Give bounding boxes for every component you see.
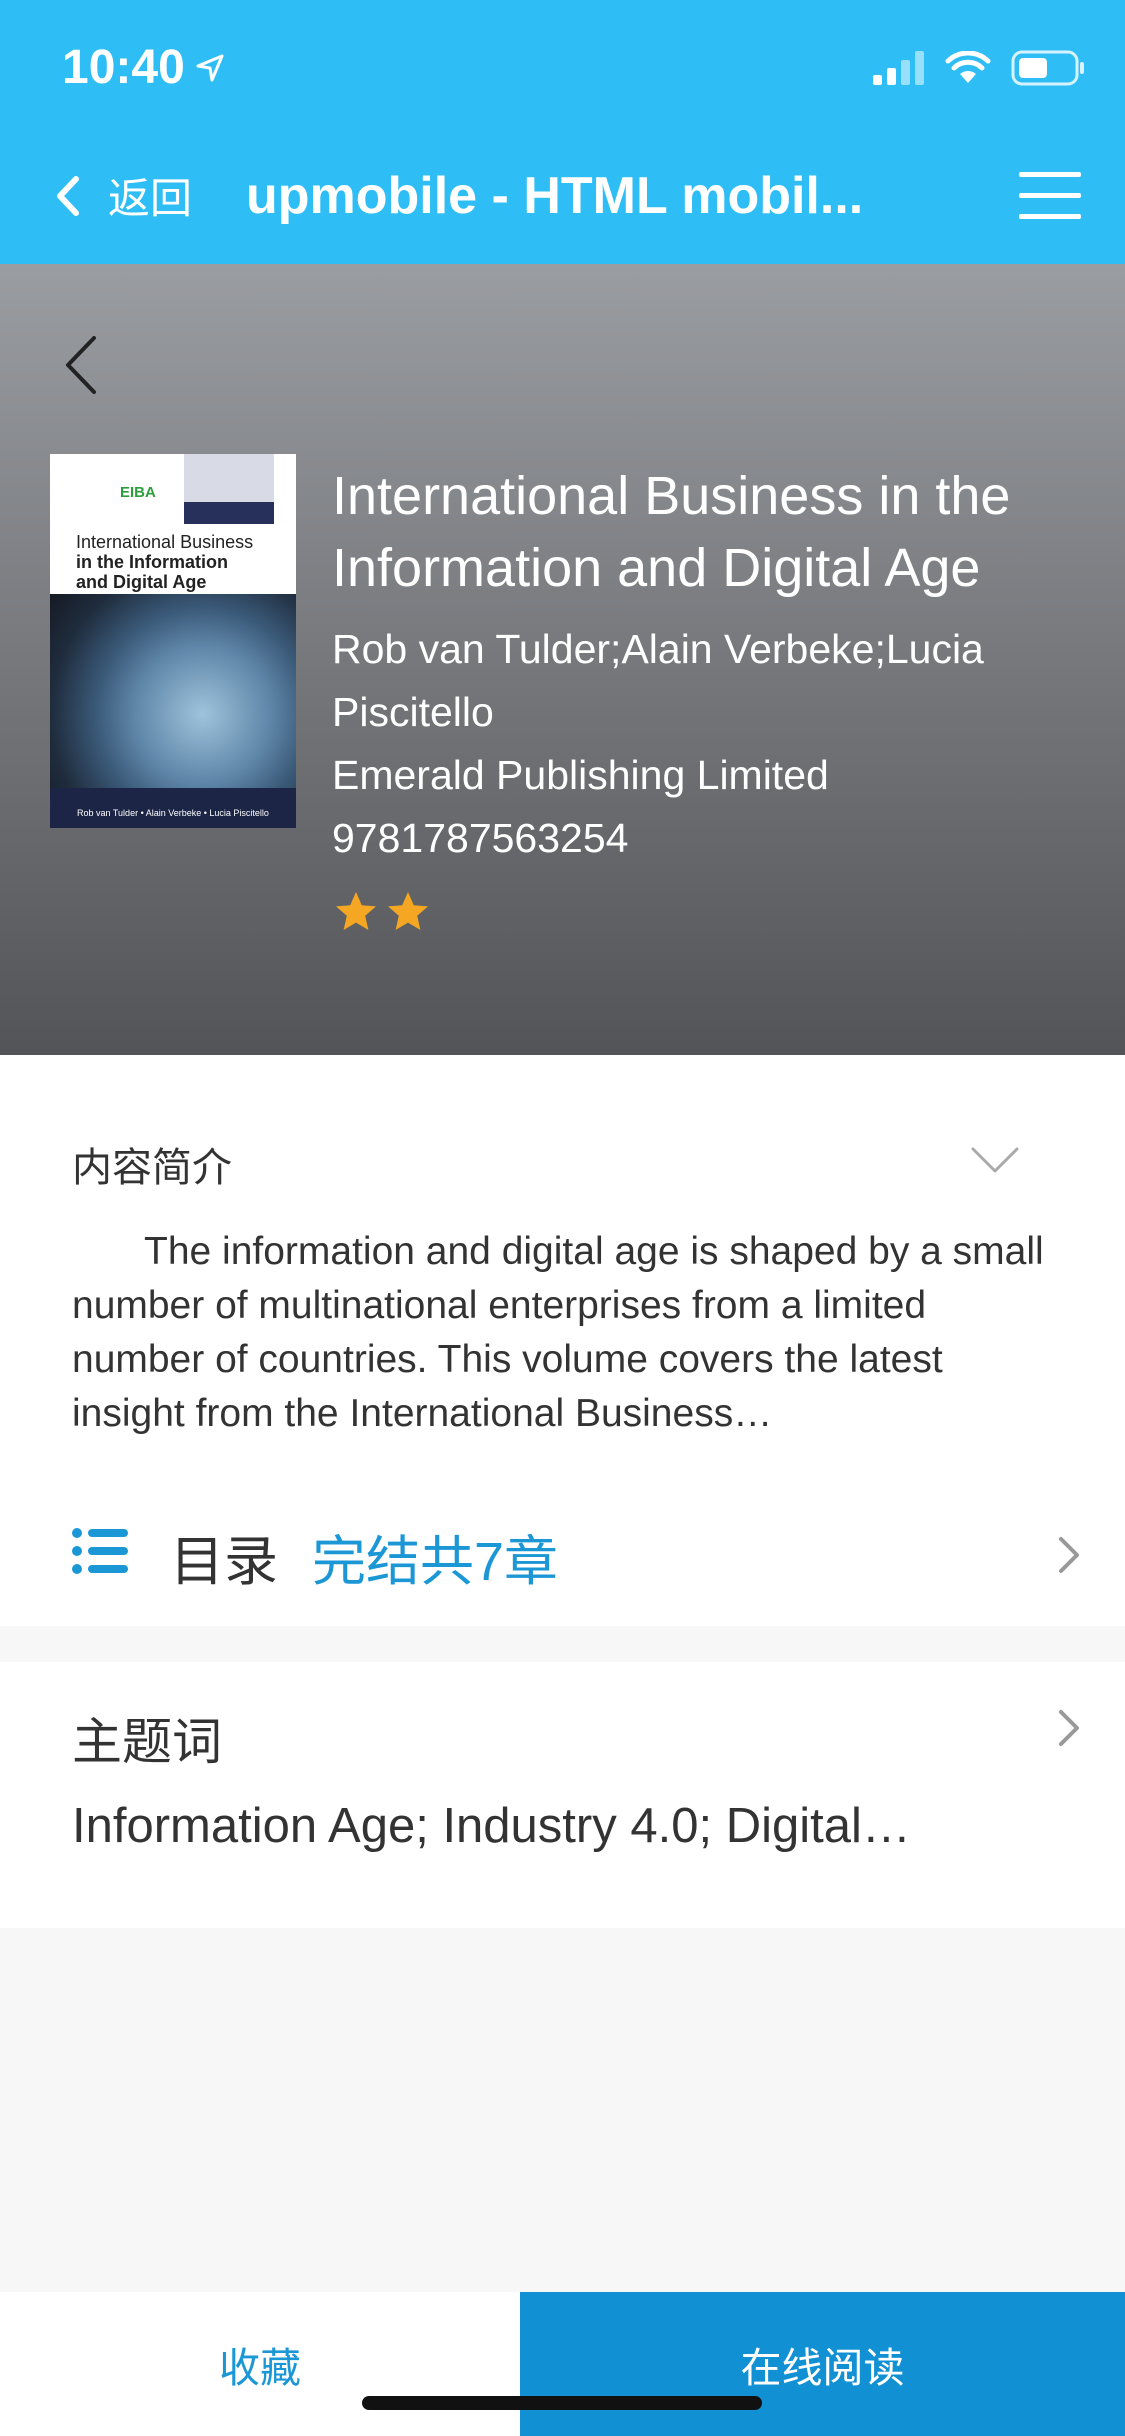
battery-icon [1011, 50, 1084, 86]
cover-title-line1: International Business [76, 532, 254, 552]
intro-text: The information and digital age is shape… [72, 1230, 1044, 1435]
book-isbn: 9781787563254 [332, 815, 629, 861]
chevron-left-icon[interactable] [62, 334, 100, 396]
status-time: 10:40 [62, 40, 225, 95]
cover-globe-image [50, 594, 296, 788]
wifi-icon [945, 51, 991, 83]
read-online-button[interactable]: 在线阅读 [520, 2292, 1125, 2436]
top-bar: 10:40 返回 upmobile - HTML mobil... [0, 0, 1125, 264]
star-icon [388, 892, 428, 930]
chevron-down-icon[interactable] [970, 1145, 1020, 1175]
cover-series-label [184, 454, 274, 502]
book-title: International Business in the Informatio… [332, 466, 1011, 598]
home-indicator [362, 2396, 762, 2410]
book-publisher: Emerald Publishing Limited [332, 752, 829, 798]
chevron-left-icon [57, 175, 79, 216]
book-authors: Rob van Tulder;Alain Verbeke;Lucia Pisci… [332, 626, 984, 735]
book-info: International Business in the Informatio… [332, 460, 1072, 936]
favorite-button[interactable]: 收藏 [0, 2292, 520, 2436]
keywords-text: Information Age; Industry 4.0; Digital… [72, 1799, 911, 1853]
chevron-right-icon [1059, 1710, 1079, 1746]
chevron-right-icon [1059, 1537, 1079, 1573]
toc-label: 目录 [170, 1532, 278, 1592]
status-time-text: 10:40 [62, 41, 185, 94]
star-icon [336, 892, 376, 930]
intro-section: 内容简介 The information and digital age is … [0, 1055, 1125, 1626]
toc-status: 完结共7章 [312, 1532, 559, 1592]
cover-title-line3: and Digital Age [76, 572, 207, 592]
back-label: 返回 [108, 175, 193, 222]
back-button[interactable]: 返回 [50, 165, 192, 226]
intro-label: 内容简介 [72, 1146, 232, 1190]
toc-row[interactable]: 目录 完结共7章 [0, 1495, 1125, 1605]
book-cover: EIBA International Business in the Infor… [50, 454, 296, 828]
rating-stars [332, 888, 1072, 936]
signal-icon [873, 51, 924, 85]
hamburger-menu-icon[interactable] [1019, 170, 1081, 222]
book-header: EIBA International Business in the Infor… [0, 264, 1125, 1055]
cover-eiba-logo: EIBA [120, 484, 156, 501]
cover-title-line2: in the Information [76, 552, 228, 572]
keywords-label: 主题词 [72, 1714, 222, 1770]
status-icons [873, 50, 1085, 86]
bottom-action-bar: 收藏 在线阅读 [0, 2292, 1125, 2436]
location-arrow-icon [196, 54, 224, 81]
list-icon [72, 1528, 128, 1574]
cover-authors: Rob van Tulder • Alain Verbeke • Lucia P… [77, 808, 269, 818]
keywords-section[interactable]: 主题词 Information Age; Industry 4.0; Digit… [0, 1662, 1125, 1928]
nav-title: upmobile - HTML mobil... [246, 167, 864, 225]
cover-title: International Business in the Informatio… [76, 532, 253, 592]
